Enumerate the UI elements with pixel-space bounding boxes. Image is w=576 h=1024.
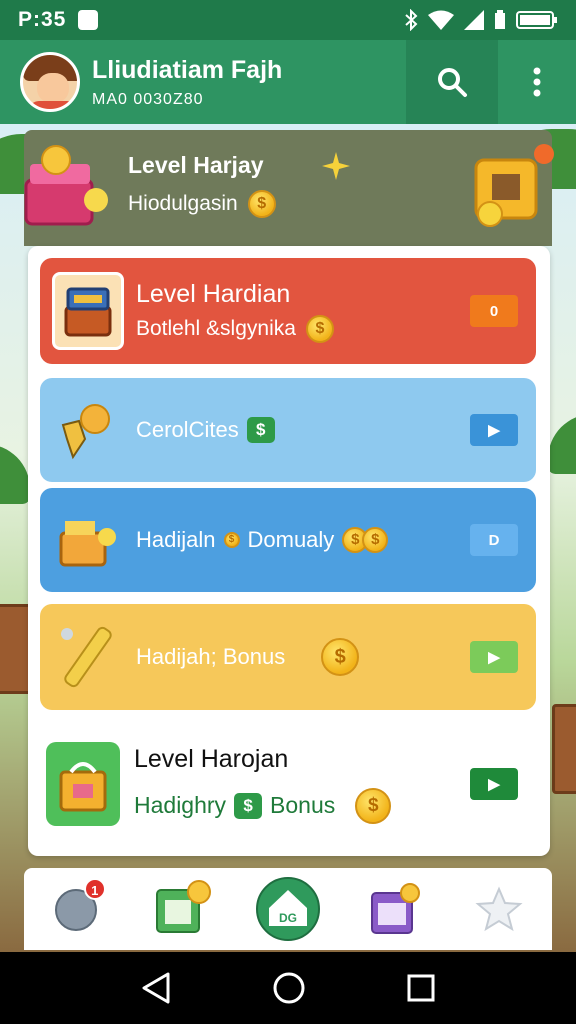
more-options-button[interactable] bbox=[498, 40, 576, 124]
level-card-plain-subtitle-end: Bonus bbox=[270, 792, 336, 818]
status-bar: P:35 bbox=[0, 0, 576, 40]
status-icons bbox=[404, 9, 558, 31]
cash-icon: $ bbox=[234, 792, 263, 819]
treasure-chest-icon bbox=[24, 145, 108, 226]
level-card-red-text: Level Hardian Botlehl &slgynika $ bbox=[136, 280, 334, 343]
level-banner: Level Harjay Hiodulgasin $ bbox=[24, 130, 554, 246]
level-card-blue[interactable]: Hadijaln $ Domualy $ $ D bbox=[40, 488, 536, 592]
task-board-icon bbox=[156, 880, 212, 933]
nav-tasks[interactable] bbox=[147, 874, 217, 944]
gift-box-icon bbox=[474, 144, 554, 227]
level-card-sky[interactable]: CerolCites $ ▶ bbox=[40, 378, 536, 482]
avatar[interactable] bbox=[20, 52, 80, 112]
home-circle-icon[interactable] bbox=[272, 971, 306, 1005]
wifi-icon bbox=[428, 10, 454, 30]
level-card-plain-text: Level Harojan Hadighry $ Bonus $ bbox=[134, 744, 392, 824]
level-card-plain-action-button[interactable]: ▶ bbox=[470, 768, 518, 800]
nav-home[interactable]: DG bbox=[253, 874, 323, 944]
bush-left bbox=[0, 444, 30, 504]
level-card-red-subtitle-row: Botlehl &slgynika $ bbox=[136, 314, 334, 343]
app-bar-actions bbox=[406, 40, 576, 124]
search-icon bbox=[438, 68, 467, 97]
nav-chat[interactable]: 1 bbox=[42, 874, 112, 944]
level-card-red-action-button[interactable]: 0 bbox=[470, 295, 518, 327]
app-subtitle: MA0 0030Z80 bbox=[92, 90, 204, 108]
coin-icon: $ bbox=[305, 314, 334, 343]
bottom-navigation: 1 DG bbox=[24, 868, 552, 950]
home-icon-label: DG bbox=[279, 911, 297, 925]
bluetooth-icon bbox=[405, 9, 418, 31]
recents-icon[interactable] bbox=[406, 973, 436, 1003]
sparkle-icon bbox=[322, 152, 350, 180]
home-icon: DG bbox=[255, 877, 320, 941]
level-card-yellow-action-label: ▶ bbox=[488, 649, 500, 666]
small-battery-icon bbox=[495, 10, 505, 29]
star-icon bbox=[475, 886, 523, 932]
level-card-blue-label: Hadijaln bbox=[136, 527, 216, 552]
app-bar: Lliudiatiam Fajh MA0 0030Z80 bbox=[0, 40, 576, 124]
notification-app-icon bbox=[78, 10, 99, 30]
coin-icon: $ bbox=[321, 638, 360, 676]
level-card-red[interactable]: Level Hardian Botlehl &slgynika $ 0 bbox=[40, 258, 536, 364]
bush-right bbox=[548, 414, 576, 474]
basket-icon bbox=[52, 501, 124, 579]
banner-subtitle-row: Hiodulgasin $ bbox=[128, 190, 276, 218]
banner-title: Level Harjay bbox=[128, 152, 264, 178]
back-icon[interactable] bbox=[140, 971, 172, 1005]
level-card-sky-label: CerolCites bbox=[136, 417, 239, 442]
level-list-panel: Level Hardian Botlehl &slgynika $ 0 Cero… bbox=[28, 246, 550, 856]
level-card-yellow-text: Hadijah; Bonus $ bbox=[136, 638, 360, 676]
star-balloon-icon bbox=[52, 391, 124, 469]
more-vert-icon bbox=[533, 67, 541, 97]
shopping-bag-icon bbox=[46, 742, 120, 826]
level-card-yellow[interactable]: Hadijah; Bonus $ ▶ bbox=[40, 604, 536, 710]
level-card-plain-subtitle-row: Hadighry $ Bonus $ bbox=[134, 787, 392, 824]
signal-icon bbox=[464, 10, 484, 30]
level-card-plain-title: Level Harojan bbox=[134, 744, 289, 773]
coin-icon: $ bbox=[223, 532, 240, 548]
shop-chest-icon bbox=[52, 272, 124, 350]
coin-icon: $ bbox=[355, 787, 392, 824]
level-card-sky-row: CerolCites $ bbox=[136, 417, 275, 443]
level-card-sky-text: CerolCites $ bbox=[136, 417, 275, 443]
hammer-icon bbox=[52, 618, 124, 696]
nav-favorites[interactable] bbox=[464, 874, 534, 944]
nav-gifts[interactable] bbox=[359, 874, 429, 944]
level-card-plain[interactable]: Level Harojan Hadighry $ Bonus $ ▶ bbox=[40, 724, 536, 844]
level-card-yellow-label: Hadijah; Bonus bbox=[136, 644, 286, 669]
status-time: P:35 bbox=[18, 8, 67, 31]
level-card-red-title: Level Hardian bbox=[136, 279, 291, 308]
banner-subtitle: Hiodulgasin bbox=[128, 192, 238, 215]
level-card-red-subtitle: Botlehl &slgynika bbox=[136, 316, 296, 340]
system-navigation-bar bbox=[0, 952, 576, 1024]
cash-icon: $ bbox=[246, 417, 275, 443]
level-card-yellow-row: Hadijah; Bonus $ bbox=[136, 638, 360, 676]
level-card-blue-action-button[interactable]: D bbox=[470, 524, 518, 556]
app-titles: Lliudiatiam Fajh MA0 0030Z80 bbox=[92, 56, 282, 109]
level-card-sky-action-label: ▶ bbox=[488, 422, 500, 439]
level-card-blue-label-2: Domualy bbox=[247, 527, 335, 552]
coin-icon: $ bbox=[247, 190, 276, 218]
crate-right bbox=[552, 704, 576, 794]
level-card-blue-text: Hadijaln $ Domualy $ $ bbox=[136, 527, 389, 553]
search-button[interactable] bbox=[406, 40, 498, 124]
notification-badge: 1 bbox=[83, 878, 106, 900]
level-card-blue-row: Hadijaln $ Domualy $ $ bbox=[136, 527, 389, 553]
level-card-red-action-label: 0 bbox=[489, 302, 499, 320]
gift-icon bbox=[370, 883, 420, 934]
level-card-blue-action-label: D bbox=[488, 531, 500, 549]
level-card-yellow-action-button[interactable]: ▶ bbox=[470, 641, 518, 673]
level-card-plain-subtitle-start: Hadighry bbox=[134, 792, 227, 818]
battery-icon bbox=[516, 11, 557, 29]
level-card-sky-action-button[interactable]: ▶ bbox=[470, 414, 518, 446]
app-title: Lliudiatiam Fajh bbox=[92, 55, 283, 84]
coin-icon: $ bbox=[362, 527, 389, 553]
